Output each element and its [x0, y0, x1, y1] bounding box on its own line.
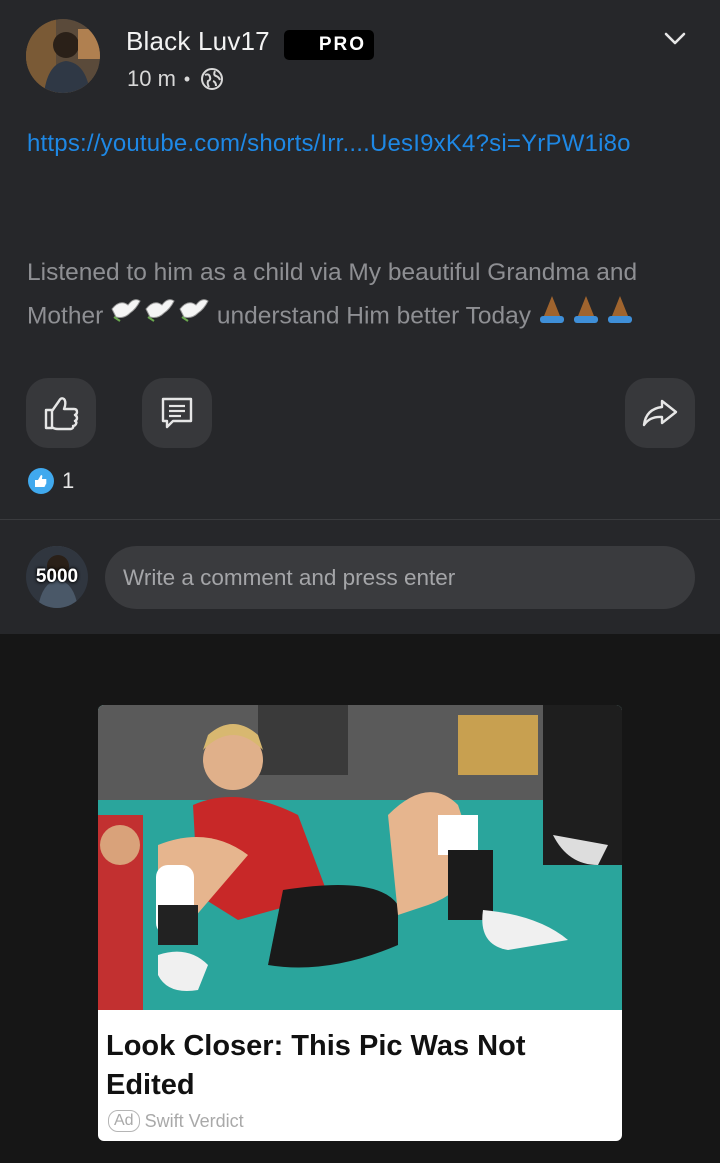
post-link[interactable]: https://youtube.com/shorts/Irr....UesI9x…: [27, 130, 631, 158]
post-text-part: understand Him better Today: [216, 302, 532, 330]
chevron-down-icon[interactable]: [662, 27, 688, 49]
thumbs-up-icon: [44, 397, 79, 431]
ad-source[interactable]: Ad Swift Verdict: [108, 1110, 244, 1132]
ad-label: Ad: [108, 1110, 140, 1132]
dove-icon: [111, 299, 209, 322]
ad-headline[interactable]: Look Closer: This Pic Was Not Edited: [106, 1027, 606, 1105]
pro-badge: PRO: [284, 30, 374, 60]
sponsored-ad[interactable]: Look Closer: This Pic Was Not Edited Ad …: [98, 705, 622, 1141]
ad-image[interactable]: [98, 705, 622, 1010]
avatar-photo: [26, 19, 100, 93]
post-time[interactable]: 10 m: [127, 66, 176, 92]
author-avatar[interactable]: [26, 19, 100, 93]
post-card: Black Luv17 PRO 10 m • https://youtube.c…: [0, 0, 720, 634]
globe-icon[interactable]: [200, 67, 224, 91]
comment-icon: [161, 397, 193, 429]
points-badge: 5000: [35, 566, 79, 587]
comment-button[interactable]: [142, 378, 212, 448]
like-count: 1: [62, 468, 75, 493]
post-meta: 10 m •: [127, 66, 224, 92]
share-button[interactable]: [625, 378, 695, 448]
comment-input[interactable]: [105, 546, 695, 609]
like-button[interactable]: [26, 378, 96, 448]
praying-hands-icon: [539, 296, 632, 323]
praying-hands-emojis: [538, 294, 634, 340]
reaction-summary[interactable]: 1: [28, 468, 74, 494]
share-icon: [642, 399, 678, 427]
author-name[interactable]: Black Luv17: [126, 26, 270, 57]
divider: [0, 519, 720, 520]
like-reaction-icon: [28, 468, 54, 494]
dove-emojis: [110, 295, 210, 339]
meta-separator: •: [183, 68, 191, 89]
thumbs-up-icon: [35, 475, 47, 487]
post-text: Listened to him as a child via My beauti…: [27, 252, 697, 340]
ad-source-name: Swift Verdict: [144, 1110, 244, 1131]
